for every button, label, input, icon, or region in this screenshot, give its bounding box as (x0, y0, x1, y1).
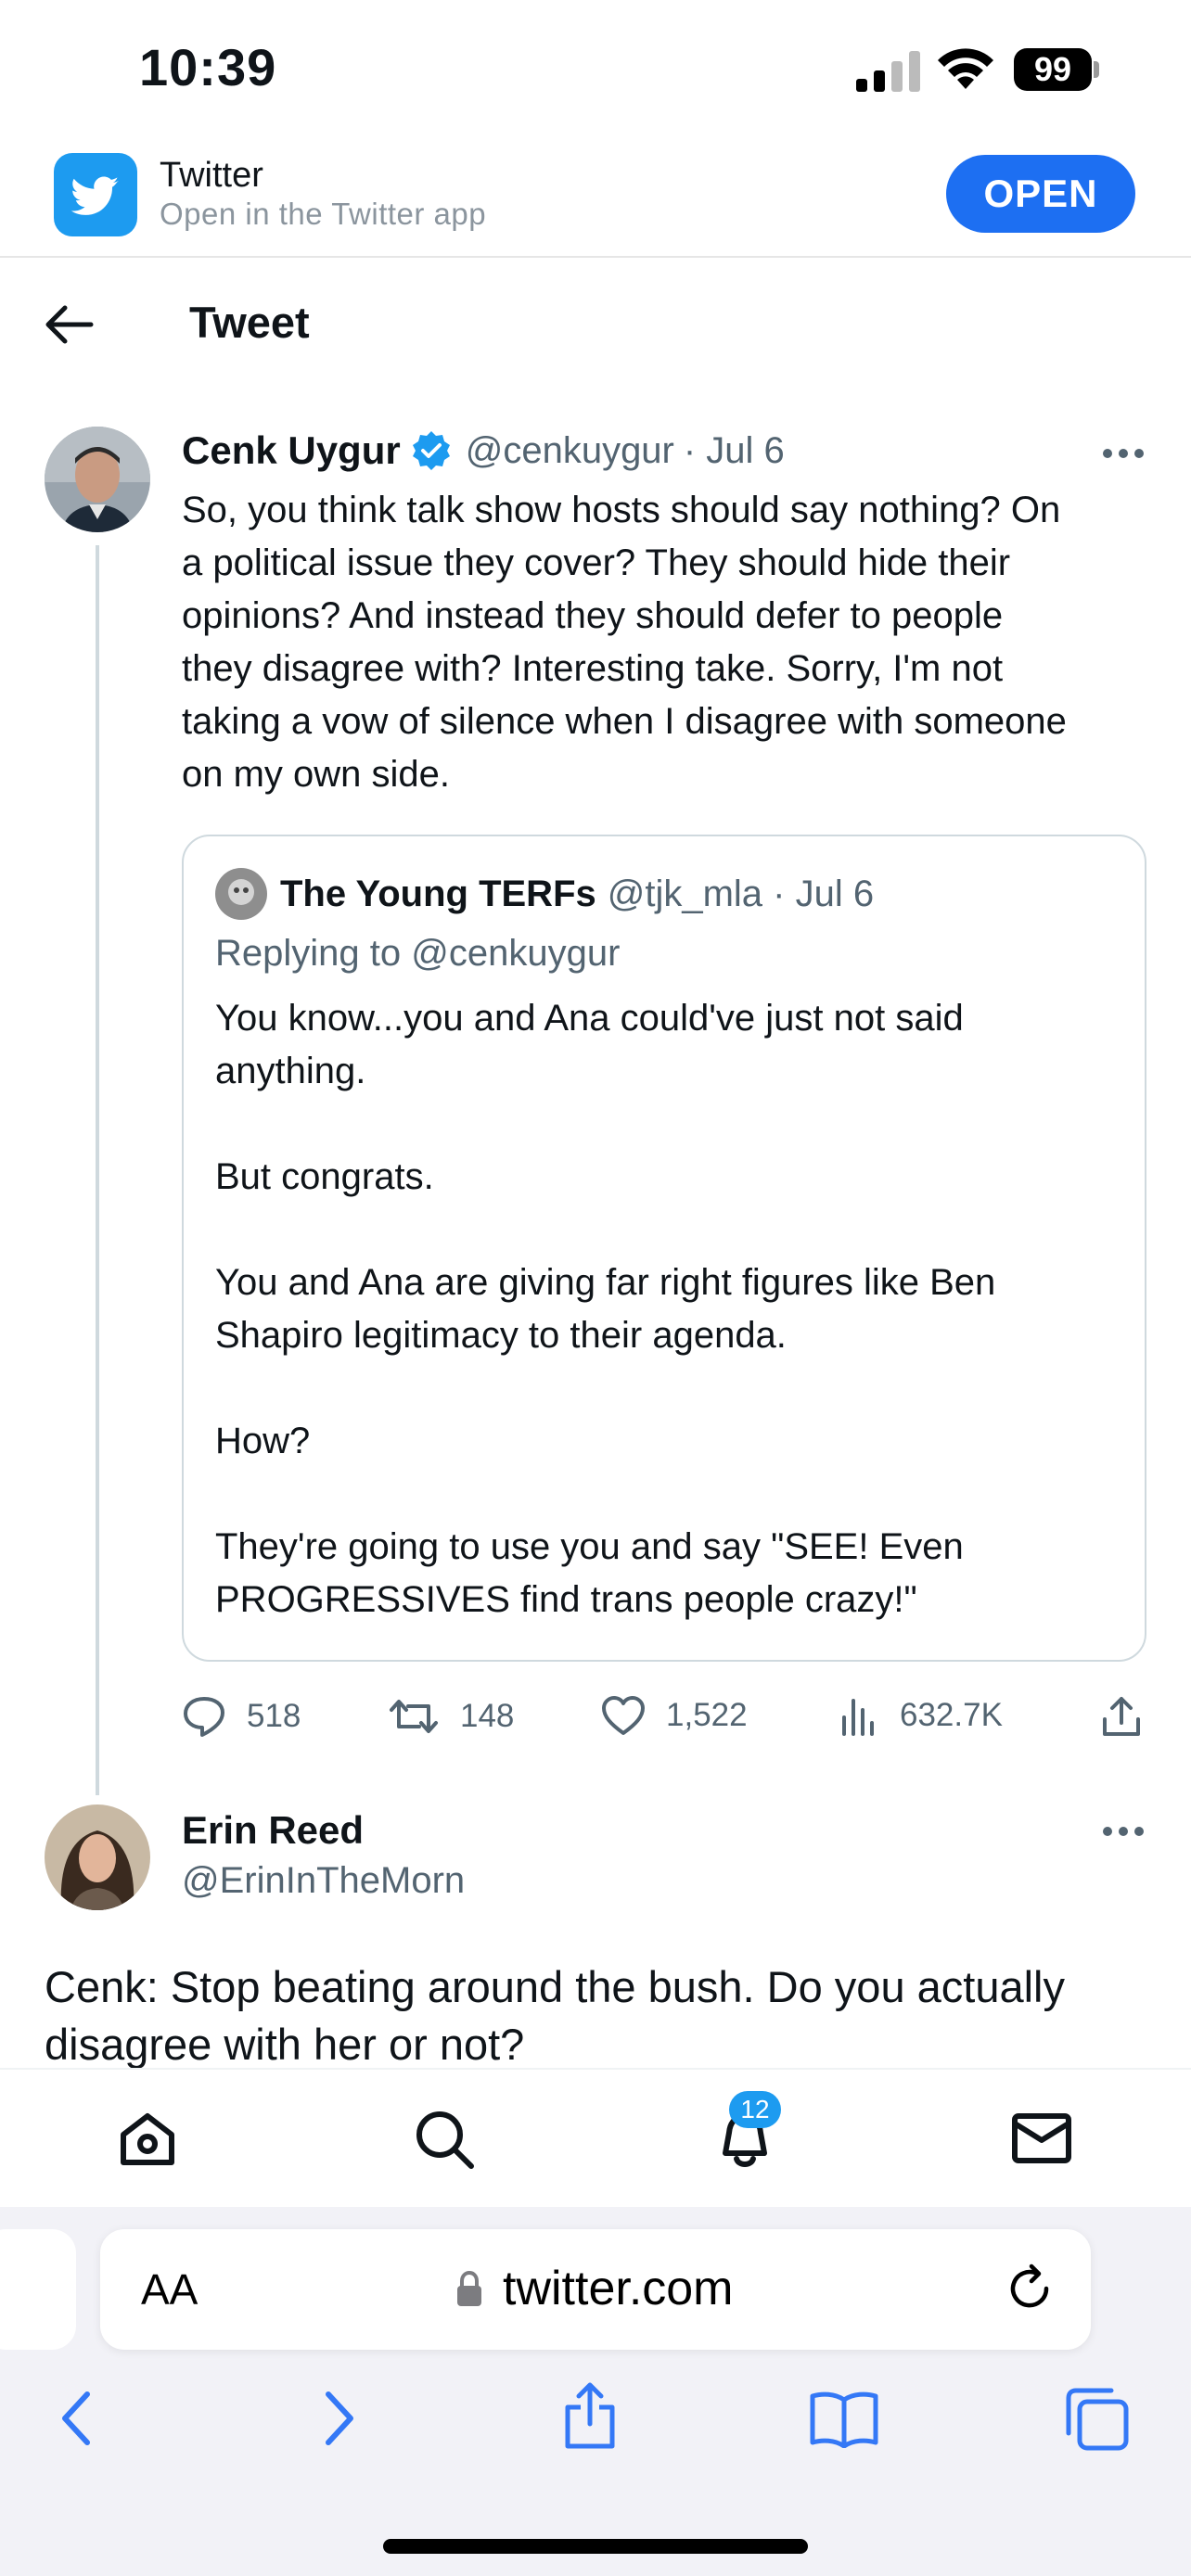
tweet-text-line: taking a vow of silence when I disagree … (182, 701, 1067, 742)
like-action[interactable]: 1,522 (601, 1695, 748, 1736)
author-name[interactable]: Cenk Uygur (182, 428, 401, 473)
page-title: Tweet (189, 298, 310, 347)
quoted-avatar (215, 868, 267, 920)
like-count: 1,522 (666, 1697, 748, 1733)
address-bar[interactable]: AA twitter.com (100, 2229, 1091, 2350)
tweet-text-line: a political issue they cover? They shoul… (182, 542, 1011, 583)
notifications-badge: 12 (729, 2091, 781, 2128)
verified-badge-icon (412, 431, 450, 470)
browser-back-icon[interactable] (58, 2391, 95, 2446)
quoted-text-line: You and Ana are giving far right figures… (215, 1262, 996, 1303)
cellular-signal-icon (856, 51, 920, 92)
quoted-text-line: You know...you and Ana could've just not… (215, 998, 964, 1039)
battery-icon: 99 (1014, 48, 1101, 91)
quoted-text-line (215, 1468, 1124, 1521)
views-icon (842, 1699, 874, 1736)
reply-icon (184, 1697, 224, 1737)
thread-line (96, 545, 99, 1795)
quoted-text-line (215, 1204, 1124, 1256)
tweet-text-line: So, you think talk show hosts should say… (182, 490, 1061, 530)
tweet-text-line: opinions? And instead they should defer … (182, 595, 1004, 636)
more-options-icon[interactable] (1102, 447, 1145, 460)
back-arrow-icon[interactable] (43, 302, 95, 347)
tabs-overview-icon[interactable] (1065, 2387, 1130, 2452)
quoted-text-line: But congrats. (215, 1156, 434, 1197)
banner-subtitle: Open in the Twitter app (160, 197, 487, 231)
quoted-text-line (215, 1098, 1124, 1151)
retweet-count: 148 (460, 1698, 515, 1734)
battery-level: 99 (1014, 48, 1092, 91)
open-in-app-button[interactable]: OPEN (946, 155, 1135, 233)
tweet-author: Cenk Uygur @cenkuygur · Jul 6 (182, 428, 785, 473)
lock-icon (457, 2270, 481, 2306)
reader-settings-button[interactable]: AA (141, 2264, 198, 2315)
more-options-icon[interactable] (1102, 1825, 1145, 1838)
views-action[interactable]: 632.7K (839, 1695, 1003, 1736)
bookmarks-book-icon[interactable] (809, 2391, 879, 2448)
quoted-text-line: Shapiro legitimacy to their agenda. (215, 1315, 787, 1356)
reply-text-line: Cenk: Stop beating around the bush. Do y… (45, 1962, 1066, 2011)
quoted-text-line (215, 1362, 1124, 1415)
views-count: 632.7K (900, 1697, 1003, 1733)
twitter-app-icon[interactable] (54, 153, 137, 236)
app-banner: Twitter Open in the Twitter app OPEN (0, 139, 1191, 258)
reload-icon[interactable] (1004, 2263, 1056, 2315)
heart-icon (602, 1696, 645, 1735)
tweet-text-line: on my own side. (182, 754, 451, 795)
banner-title: Twitter (160, 156, 263, 195)
url-text[interactable]: twitter.com (503, 2261, 734, 2316)
share-icon[interactable] (1100, 1695, 1143, 1738)
quoted-text-line: How? (215, 1421, 311, 1461)
retweet-action[interactable]: 148 (388, 1695, 514, 1738)
tweet-date[interactable]: · Jul 6 (684, 430, 785, 472)
quoted-text-line: anything. (215, 1051, 366, 1091)
avatar[interactable] (45, 1804, 150, 1910)
quoted-text: You know...you and Ana could've just not… (215, 992, 1124, 1626)
retweet-icon (390, 1700, 438, 1733)
status-time: 10:39 (139, 38, 277, 96)
quoted-text-line: They're going to use you and say "SEE! E… (215, 1526, 964, 1567)
author-handle[interactable]: @cenkuygur (466, 430, 674, 472)
quoted-text-line: PROGRESSIVES find trans people crazy!" (215, 1579, 917, 1620)
tweet-text-line: they disagree with? Interesting take. So… (182, 648, 1004, 689)
search-icon[interactable] (414, 2109, 475, 2170)
previous-tab-card[interactable] (0, 2229, 76, 2350)
reply-count: 518 (247, 1698, 301, 1734)
wifi-icon (938, 48, 993, 89)
reply-author-handle[interactable]: @ErinInTheMorn (182, 1860, 465, 1902)
home-indicator[interactable] (383, 2539, 808, 2554)
quoted-author-handle: @tjk_mla · Jul 6 (607, 873, 875, 914)
quoted-author-name: The Young TERFs (280, 873, 596, 914)
tweet-text: So, you think talk show hosts should say… (182, 484, 1156, 801)
home-icon[interactable] (119, 2111, 176, 2168)
reply-text-line: disagree with her or not? (45, 2020, 525, 2068)
reply-action[interactable]: 518 (182, 1695, 301, 1738)
reader-aa-label: AA (141, 2265, 198, 2314)
browser-forward-icon[interactable] (321, 2391, 358, 2446)
replying-to: Replying to @cenkuygur (215, 933, 621, 974)
reply-author-name[interactable]: Erin Reed (182, 1808, 364, 1853)
messages-envelope-icon[interactable] (1011, 2112, 1072, 2164)
quoted-tweet[interactable]: The Young TERFs @tjk_mla · Jul 6 Replyin… (182, 835, 1146, 1662)
browser-share-icon[interactable] (562, 2381, 618, 2450)
reply-text: Cenk: Stop beating around the bush. Do y… (45, 1958, 1167, 2068)
avatar[interactable] (45, 427, 150, 532)
